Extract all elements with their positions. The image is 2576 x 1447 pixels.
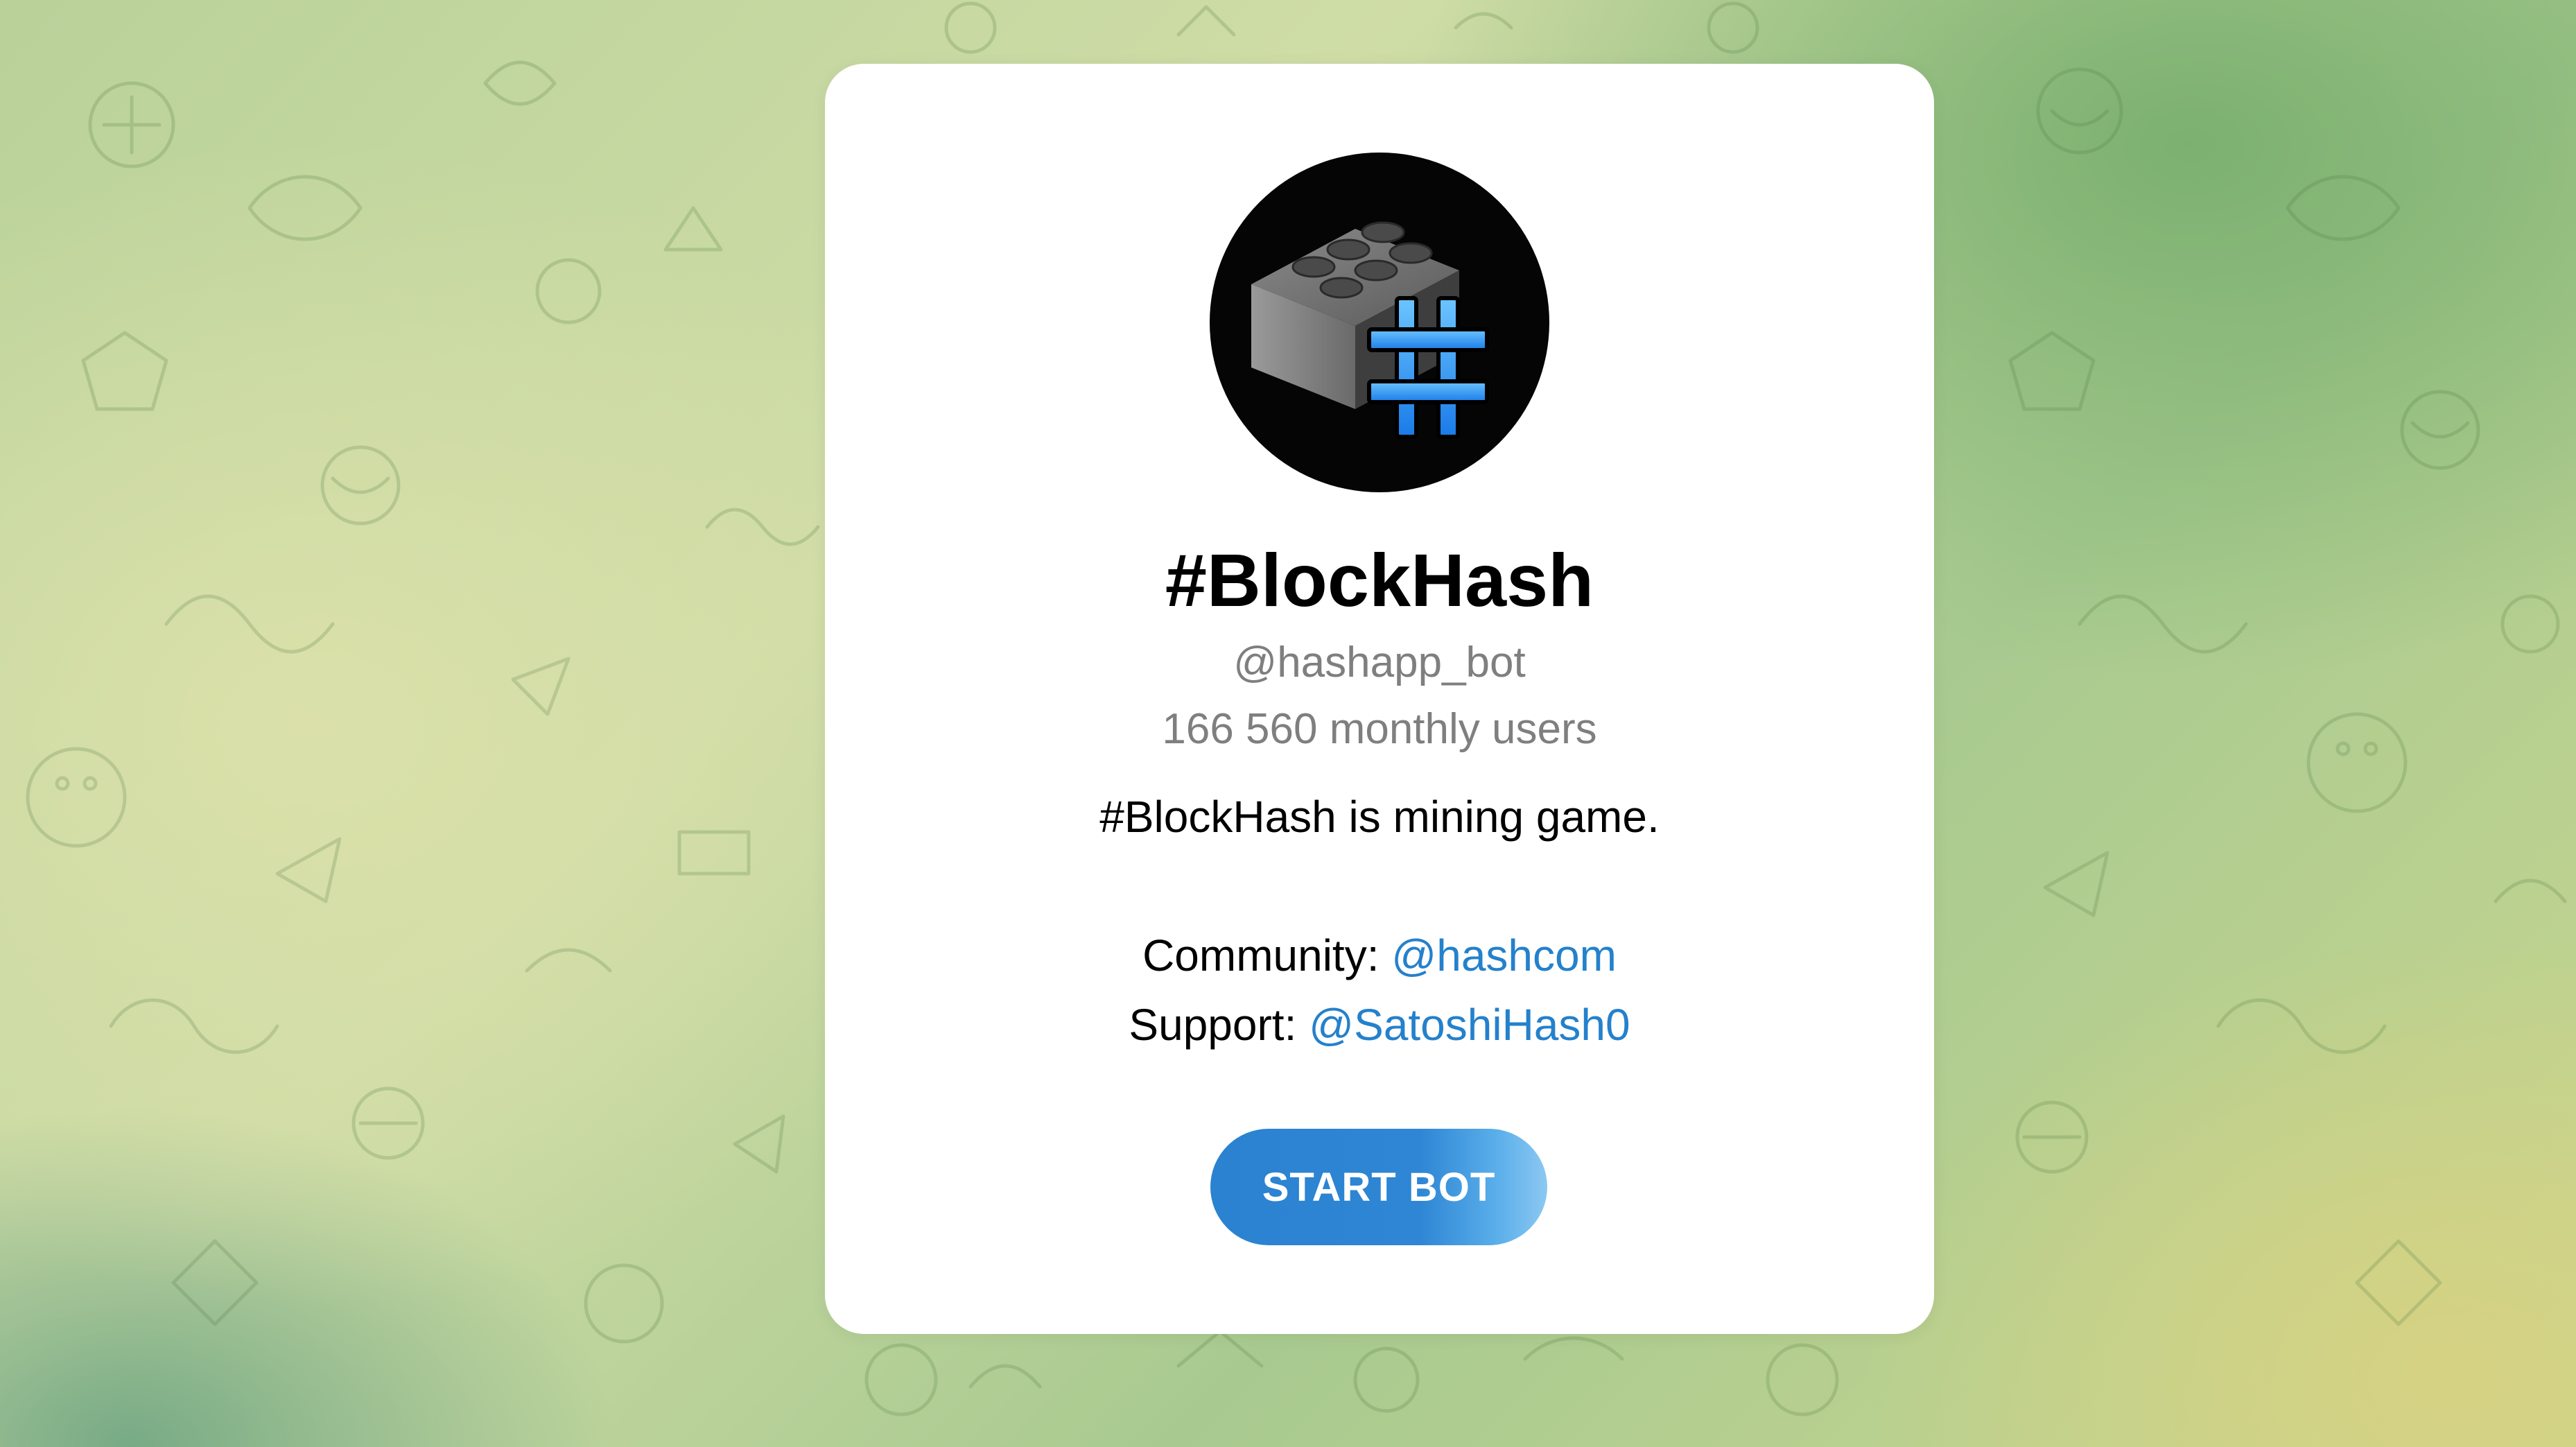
support-line: Support: @SatoshiHash0 bbox=[825, 997, 1934, 1052]
monthly-users-count: 166 560 monthly users bbox=[1162, 705, 1597, 753]
bot-profile-card: #BlockHash @hashapp_bot 166 560 monthly … bbox=[825, 64, 1934, 1334]
start-bot-button[interactable]: START BOT bbox=[1210, 1129, 1547, 1245]
support-label: Support: bbox=[1129, 1000, 1309, 1050]
bot-name: #BlockHash bbox=[1165, 538, 1594, 622]
bot-username: @hashapp_bot bbox=[1233, 639, 1526, 686]
support-link[interactable]: @SatoshiHash0 bbox=[1309, 1000, 1630, 1050]
bot-description: #BlockHash is mining game. bbox=[1099, 792, 1660, 842]
community-link[interactable]: @hashcom bbox=[1391, 930, 1617, 980]
bot-avatar bbox=[1210, 153, 1549, 492]
community-line: Community: @hashcom bbox=[825, 928, 1934, 983]
lego-brick-hash-icon bbox=[1251, 221, 1489, 439]
community-label: Community: bbox=[1142, 930, 1392, 980]
